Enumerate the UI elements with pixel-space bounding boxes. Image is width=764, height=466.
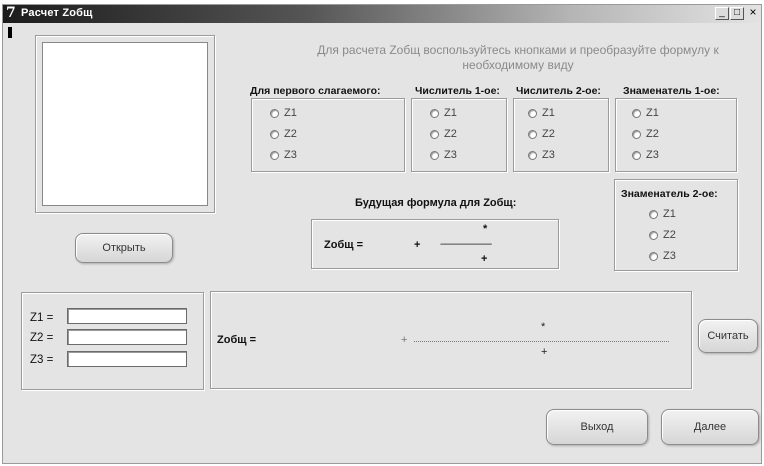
z3-input[interactable] — [67, 351, 187, 367]
radio-dot — [430, 150, 439, 160]
future-formula-fraction-line: ---------------------- — [440, 239, 492, 250]
first-term-radio-z3[interactable]: Z3 — [270, 149, 297, 161]
radio-dot — [649, 209, 658, 219]
radio-label: Z1 — [663, 208, 676, 220]
window-title: Расчет Zобщ — [21, 7, 93, 19]
image-preview — [42, 42, 208, 206]
radio-label: Z3 — [444, 149, 457, 161]
exit-button[interactable]: Выход — [546, 409, 648, 445]
open-button[interactable]: Открыть — [75, 233, 173, 263]
denominator-2-radio-z3[interactable]: Z3 — [649, 250, 676, 262]
denominator-1-radio-z3[interactable]: Z3 — [632, 149, 659, 161]
future-formula-lhs: Zобщ = — [324, 239, 363, 251]
radio-label: Z2 — [646, 128, 659, 140]
future-formula-title: Будущая формула для Zобщ: — [355, 197, 517, 209]
numerator-2-label: Числитель 2-ое: — [516, 85, 601, 97]
denominator-2-radio-z1[interactable]: Z1 — [649, 208, 676, 220]
z2-label: Z2 = — [30, 332, 54, 344]
calculate-button[interactable]: Считать — [698, 319, 758, 353]
radio-dot — [632, 108, 641, 118]
radio-dot — [430, 129, 439, 139]
instruction-text: Для расчета Zобщ воспользуйтесь кнопками… — [317, 43, 719, 72]
app-icon: 7 — [6, 5, 16, 21]
radio-label: Z2 — [542, 128, 555, 140]
future-formula-plus: + — [414, 239, 421, 251]
future-formula-box: Zобщ = + * ---------------------- + — [311, 219, 559, 269]
radio-dot — [528, 129, 537, 139]
numerator-1-radio-z1[interactable]: Z1 — [430, 107, 457, 119]
future-formula-star: * — [483, 223, 488, 235]
radio-label: Z2 — [444, 128, 457, 140]
radio-label: Z3 — [663, 250, 676, 262]
z2-input[interactable] — [67, 329, 187, 345]
radio-label: Z1 — [542, 107, 555, 119]
radio-dot — [528, 150, 537, 160]
first-term-radio-z2[interactable]: Z2 — [270, 128, 297, 140]
radio-dot — [632, 150, 641, 160]
minimize-button[interactable]: _ — [715, 7, 729, 20]
z1-label: Z1 = — [30, 312, 54, 324]
radio-dot — [528, 108, 537, 118]
radio-dot — [270, 150, 279, 160]
numerator-1-label: Числитель 1-ое: — [415, 85, 500, 97]
radio-dot — [270, 129, 279, 139]
first-term-label: Для первого слагаемого: — [250, 85, 381, 97]
result-formula-plus-bottom: + — [541, 346, 548, 358]
result-fraction-line — [414, 341, 669, 342]
close-button[interactable]: × — [746, 6, 760, 20]
radio-dot — [649, 251, 658, 261]
result-formula-box: Zобщ = + * + — [210, 291, 692, 389]
radio-dot — [430, 108, 439, 118]
numerator-1-radio-z2[interactable]: Z2 — [430, 128, 457, 140]
values-group: Z1 = Z2 = Z3 = — [21, 292, 204, 390]
z1-input[interactable] — [67, 308, 187, 324]
image-panel — [35, 35, 215, 213]
maximize-button[interactable]: □ — [730, 7, 744, 20]
radio-label: Z3 — [542, 149, 555, 161]
result-formula-star: * — [541, 321, 546, 333]
main-window: 7 Расчет Zобщ _ □ × Открыть Для расчета … — [2, 4, 762, 464]
z3-label: Z3 = — [30, 354, 54, 366]
radio-label: Z3 — [284, 149, 297, 161]
radio-label: Z3 — [646, 149, 659, 161]
result-formula-lhs: Zобщ = — [217, 334, 256, 346]
radio-label: Z1 — [444, 107, 457, 119]
denominator-1-radio-z1[interactable]: Z1 — [632, 107, 659, 119]
numerator-1-group: Z1 Z2 Z3 — [411, 98, 507, 172]
radio-label: Z2 — [284, 128, 297, 140]
numerator-2-group: Z1 Z2 Z3 — [513, 98, 609, 172]
denominator-1-label: Знаменатель 1-ое: — [623, 85, 720, 97]
denominator-2-label: Знаменатель 2-ое: — [621, 188, 718, 200]
radio-label: Z2 — [663, 229, 676, 241]
denominator-2-radio-z2[interactable]: Z2 — [649, 229, 676, 241]
first-term-group: Z1 Z2 Z3 — [251, 98, 405, 172]
denominator-1-radio-z2[interactable]: Z2 — [632, 128, 659, 140]
corner-marker — [8, 27, 12, 38]
next-button[interactable]: Далее — [661, 409, 759, 445]
future-formula-plus-bottom: + — [481, 253, 488, 265]
first-term-radio-z1[interactable]: Z1 — [270, 107, 297, 119]
radio-dot — [649, 230, 658, 240]
radio-dot — [632, 129, 641, 139]
radio-dot — [270, 108, 279, 118]
title-bar[interactable]: 7 Расчет Zобщ _ □ × — [3, 5, 761, 23]
numerator-2-radio-z3[interactable]: Z3 — [528, 149, 555, 161]
denominator-2-group: Знаменатель 2-ое: Z1 Z2 Z3 — [614, 179, 738, 271]
radio-label: Z1 — [284, 107, 297, 119]
numerator-2-radio-z1[interactable]: Z1 — [528, 107, 555, 119]
result-formula-plus: + — [401, 334, 408, 346]
denominator-1-group: Z1 Z2 Z3 — [615, 98, 737, 172]
numerator-1-radio-z3[interactable]: Z3 — [430, 149, 457, 161]
numerator-2-radio-z2[interactable]: Z2 — [528, 128, 555, 140]
radio-label: Z1 — [646, 107, 659, 119]
